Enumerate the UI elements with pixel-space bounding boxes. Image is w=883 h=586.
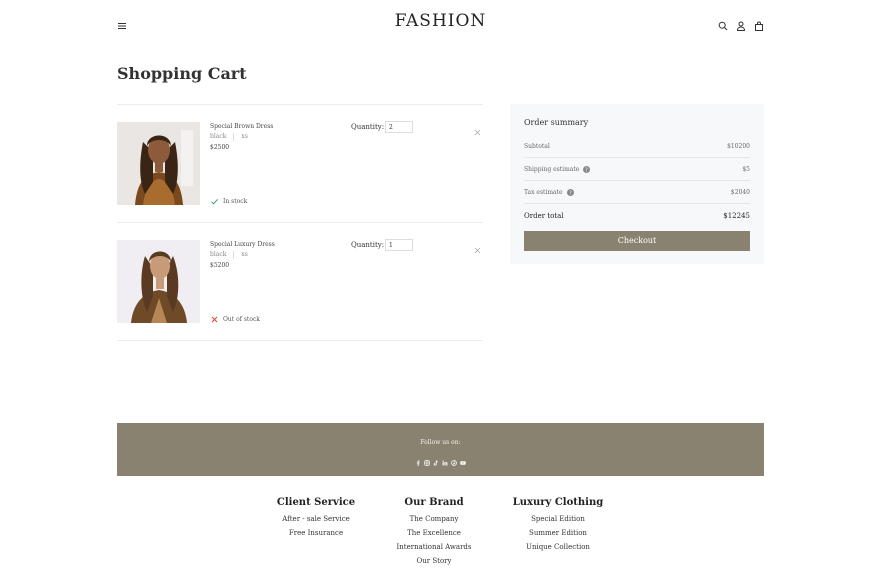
shipping-label-group: Shipping estimate ? (524, 165, 591, 173)
product-options: black xs (210, 133, 248, 141)
cart-item: Special Luxury Dress black xs $5200 Quan… (117, 223, 483, 341)
option-divider (233, 251, 235, 259)
user-icon[interactable] (736, 16, 746, 31)
product-size: xs (241, 133, 248, 140)
product-options: black xs (210, 251, 248, 259)
footer-heading: Luxury Clothing (512, 497, 604, 508)
summary-title: Order summary (524, 118, 589, 127)
remove-item-icon[interactable] (474, 239, 481, 254)
tax-label: Tax estimate (524, 188, 563, 196)
linkedin-icon[interactable] (442, 451, 448, 466)
footer-link[interactable]: Free Insurance (270, 526, 362, 540)
help-icon[interactable]: ? (583, 165, 591, 173)
cart-list: Special Brown Dress black xs $2500 Quant… (117, 104, 483, 341)
quantity-select[interactable]: 2 (385, 121, 413, 133)
check-icon (210, 197, 219, 206)
follow-label: Follow us on: (420, 439, 461, 446)
footer-link[interactable]: The Excellence (384, 526, 484, 540)
quantity-select[interactable]: 1 (385, 239, 413, 251)
footer-link[interactable]: After - sale Service (270, 512, 362, 526)
social-links (117, 451, 764, 466)
brand-logo[interactable]: FASHION (117, 11, 764, 31)
product-image[interactable] (117, 122, 200, 205)
stock-status-text: Out of stock (223, 316, 260, 323)
product-color: black (210, 133, 227, 140)
total-row: Order total $12245 (524, 204, 750, 228)
shipping-row: Shipping estimate ? $5 (524, 158, 750, 181)
quantity-label: Quantity: (351, 241, 385, 249)
footer-link[interactable]: Special Edition (508, 512, 608, 526)
site-header: FASHION (117, 0, 764, 44)
x-icon (210, 315, 219, 324)
help-icon[interactable]: ? (566, 188, 574, 196)
quantity-label: Quantity: (351, 123, 385, 131)
product-image[interactable] (117, 240, 200, 323)
total-label: Order total (524, 212, 564, 220)
shipping-value: $5 (742, 165, 750, 173)
search-icon[interactable] (718, 16, 728, 31)
tax-row: Tax estimate ? $2040 (524, 181, 750, 204)
svg-text:?: ? (569, 190, 572, 196)
footer-link[interactable]: Unique Collection (508, 540, 608, 554)
instagram-icon[interactable] (424, 451, 430, 466)
header-icons (718, 16, 764, 31)
checkout-button[interactable]: Checkout (524, 231, 750, 251)
youtube-icon[interactable] (460, 451, 466, 465)
stock-status: In stock (210, 197, 247, 206)
product-size: xs (241, 251, 248, 258)
footer-column-client-service: Client Service After - sale Service Free… (270, 497, 362, 540)
option-divider (233, 133, 235, 141)
tiktok-icon[interactable] (433, 451, 439, 466)
cart-item: Special Brown Dress black xs $2500 Quant… (117, 105, 483, 223)
product-color: black (210, 251, 227, 258)
footer-heading: Client Service (276, 497, 356, 508)
footer-link[interactable]: Summer Edition (508, 526, 608, 540)
footer-link[interactable]: Our Story (384, 554, 484, 568)
svg-text:?: ? (585, 167, 588, 173)
page-title: Shopping Cart (117, 64, 247, 83)
order-summary: Order summary Subtotal $10200 Shipping e… (510, 104, 764, 264)
footer-link[interactable]: The Company (384, 512, 484, 526)
footer-column-our-brand: Our Brand The Company The Excellence Int… (384, 497, 484, 568)
footer-link[interactable]: International Awards (384, 540, 484, 554)
subtotal-label: Subtotal (524, 142, 550, 150)
product-name[interactable]: Special Luxury Dress (210, 241, 275, 248)
tax-label-group: Tax estimate ? (524, 188, 574, 196)
product-price: $2500 (210, 144, 230, 151)
tax-value: $2040 (730, 188, 750, 196)
pinterest-icon[interactable] (451, 451, 457, 466)
remove-item-icon[interactable] (474, 121, 481, 136)
footer-column-luxury-clothing: Luxury Clothing Special Edition Summer E… (508, 497, 608, 554)
stock-status: Out of stock (210, 315, 260, 324)
bag-icon[interactable] (754, 16, 764, 31)
facebook-icon[interactable] (415, 451, 421, 466)
subtotal-value: $10200 (727, 142, 750, 150)
product-price: $5200 (210, 262, 230, 269)
social-bar: Follow us on: (117, 423, 764, 476)
shipping-label: Shipping estimate (524, 165, 580, 173)
footer-heading: Our Brand (404, 497, 464, 508)
subtotal-row: Subtotal $10200 (524, 135, 750, 158)
stock-status-text: In stock (223, 198, 248, 205)
total-value: $12245 (723, 212, 750, 220)
product-name[interactable]: Special Brown Dress (210, 123, 273, 130)
